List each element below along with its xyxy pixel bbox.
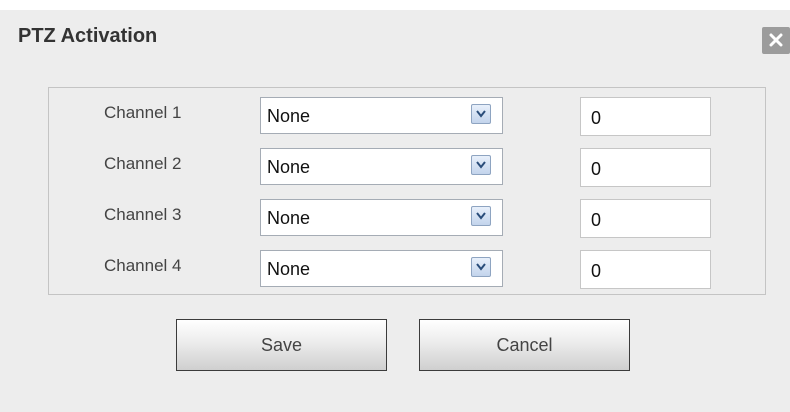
channel-row-3: Channel 3 None 0 <box>49 199 767 239</box>
input-value: 0 <box>591 159 602 179</box>
ptz-activation-dialog: PTZ Activation Channel 1 None 0 Channel … <box>0 0 790 412</box>
channel-label: Channel 4 <box>104 256 182 275</box>
select-value: None <box>267 208 311 228</box>
input-value: 0 <box>591 210 602 230</box>
cancel-button[interactable]: Cancel <box>419 319 630 371</box>
channel-row-4: Channel 4 None 0 <box>49 250 767 290</box>
channel-3-preset-select[interactable]: None <box>260 199 503 236</box>
chevron-down-icon[interactable] <box>471 257 491 277</box>
chevron-down-icon[interactable] <box>471 155 491 175</box>
select-value: None <box>267 106 311 126</box>
close-icon <box>769 33 783 47</box>
select-value: None <box>267 157 311 177</box>
save-button-label: Save <box>260 335 303 355</box>
channel-1-preset-select[interactable]: None <box>260 97 503 134</box>
chevron-down-icon[interactable] <box>471 206 491 226</box>
select-value: None <box>267 259 311 279</box>
dialog-title: PTZ Activation <box>18 25 158 47</box>
channel-label: Channel 1 <box>104 103 182 122</box>
input-value: 0 <box>591 261 602 281</box>
channel-4-preset-select[interactable]: None <box>260 250 503 287</box>
channel-1-value-input[interactable]: 0 <box>580 97 711 136</box>
input-value: 0 <box>591 108 602 128</box>
channel-2-preset-select[interactable]: None <box>260 148 503 185</box>
channels-panel: Channel 1 None 0 Channel 2 None 0 Channe… <box>48 87 766 295</box>
channel-label: Channel 2 <box>104 154 182 173</box>
close-button[interactable] <box>762 27 790 54</box>
channel-row-2: Channel 2 None 0 <box>49 148 767 188</box>
cancel-button-label: Cancel <box>496 335 553 355</box>
dialog-title-bar[interactable]: PTZ Activation <box>0 10 790 70</box>
chevron-down-icon[interactable] <box>471 104 491 124</box>
channel-label: Channel 3 <box>104 205 182 224</box>
channel-4-value-input[interactable]: 0 <box>580 250 711 289</box>
channel-2-value-input[interactable]: 0 <box>580 148 711 187</box>
save-button[interactable]: Save <box>176 319 387 371</box>
channel-3-value-input[interactable]: 0 <box>580 199 711 238</box>
dialog-content: Channel 1 None 0 Channel 2 None 0 Channe… <box>0 70 790 412</box>
channel-row-1: Channel 1 None 0 <box>49 97 767 137</box>
